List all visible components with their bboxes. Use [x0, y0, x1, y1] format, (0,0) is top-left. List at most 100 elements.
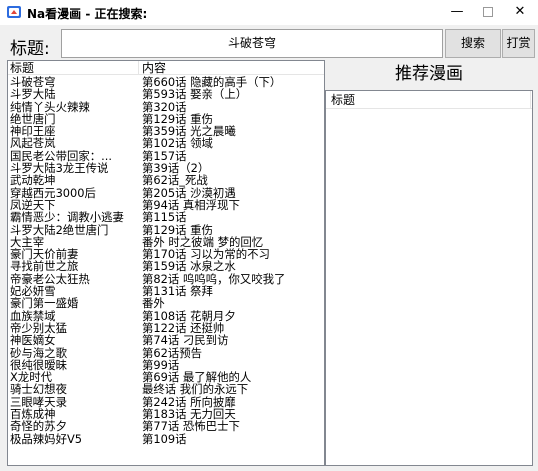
row-content: 第242话 所向披靡: [142, 395, 236, 409]
row-content: 第183话 无力回天: [142, 408, 236, 421]
row-title: 豪门第一盛婚: [10, 297, 79, 310]
row-title: 三眼哮天录: [10, 395, 67, 409]
table-row[interactable]: 纯情丫头火辣辣 第320话: [8, 101, 324, 113]
row-content: 第94话 真相浮现下: [142, 198, 240, 212]
row-title: 斗罗大陆: [10, 88, 56, 101]
row-title: 砂与海之歌: [10, 346, 67, 359]
table-row[interactable]: 大主宰 番外 时之彼端 梦的回忆: [8, 236, 324, 248]
row-title: 穿越西元3000后: [10, 186, 96, 199]
row-title: 绝世唐门: [10, 112, 56, 126]
row-title: 骑士幻想夜: [10, 383, 67, 396]
row-title: 国民老公带回家：...: [10, 149, 112, 163]
results-rows: 斗破苍穹 第660话 隐藏的高手（下） 斗罗大陆 第593话 娶亲（上） 纯情丫头火辣辣…: [8, 76, 324, 445]
table-row[interactable]: 武动乾坤 第62话_死战: [8, 174, 324, 186]
row-title: 纯情丫头火辣辣: [10, 100, 90, 113]
row-content: 第170话 习以为常的不习: [142, 248, 270, 261]
row-title: 寻找前世之旅: [10, 260, 79, 273]
table-row[interactable]: 风起苍岚 第102话 领域: [8, 137, 324, 149]
row-title: 豪门天价前妻: [10, 248, 79, 261]
row-content: 第129话 重伤: [142, 112, 213, 126]
row-title: 斗罗大陆2绝世唐门: [10, 223, 109, 236]
row-content: 第102话 领域: [142, 137, 213, 150]
row-content: 第205话 沙漠初遇: [142, 186, 236, 199]
row-content: 最终话 我们的永远下: [142, 383, 249, 396]
table-row[interactable]: 妃必妍雪 第131话 祭拜: [8, 285, 324, 297]
row-content: 第320话: [142, 100, 187, 113]
row-content: 第159话 冰泉之水: [142, 260, 236, 273]
table-row[interactable]: 豪门第一盛婚 番外: [8, 297, 324, 309]
row-content: 第69话 最了解他的人: [142, 371, 252, 384]
row-content: 第82话 呜呜呜，你又咬我了: [142, 272, 286, 286]
table-row[interactable]: 凤逆天下 第94话 真相浮现下: [8, 199, 324, 211]
row-title: 极品辣妈好V5: [10, 432, 82, 445]
row-title: 奇怪的苏夕: [10, 420, 67, 433]
close-icon: ✕: [514, 4, 526, 19]
row-content: 第99话: [142, 358, 180, 372]
row-content: 第108话 花朝月夕: [142, 309, 236, 322]
table-row[interactable]: 极品辣妈好V5 第109话: [8, 433, 324, 445]
table-row[interactable]: 绝世唐门 第129话 重伤: [8, 113, 324, 125]
table-row[interactable]: 三眼哮天录 第242话 所向披靡: [8, 396, 324, 408]
table-row[interactable]: 血族禁域 第108话 花朝月夕: [8, 310, 324, 322]
table-row[interactable]: 帝少别太猛 第122话 还挺帅: [8, 322, 324, 334]
recommend-header: 标题: [326, 91, 532, 109]
column-header-content[interactable]: 内容: [140, 61, 324, 75]
row-content: 第593话 娶亲（上）: [142, 88, 248, 101]
table-row[interactable]: 帝豪老公太狂热 第82话 呜呜呜，你又咬我了: [8, 273, 324, 285]
table-row[interactable]: 斗罗大陆3龙王传说 第39话（2）: [8, 162, 324, 174]
table-row[interactable]: 穿越西元3000后 第205话 沙漠初遇: [8, 187, 324, 199]
row-title: 神医嫡女: [10, 334, 56, 347]
row-title: 风起苍岚: [10, 137, 56, 150]
row-title: 大主宰: [10, 235, 45, 249]
reward-button[interactable]: 打赏: [502, 29, 535, 58]
recommend-list[interactable]: 标题: [325, 90, 533, 466]
maximize-icon: [483, 7, 493, 17]
row-title: 百炼成神: [10, 408, 56, 421]
table-row[interactable]: 国民老公带回家：... 第157话: [8, 150, 324, 162]
table-row[interactable]: 豪门天价前妻 第170话 习以为常的不习: [8, 248, 324, 260]
row-title: 凤逆天下: [10, 198, 56, 212]
table-row[interactable]: 斗罗大陆 第593话 娶亲（上）: [8, 88, 324, 100]
search-button[interactable]: 搜索: [445, 29, 501, 58]
table-row[interactable]: X龙时代 第69话 最了解他的人: [8, 371, 324, 383]
window-title: Na看漫画 - 正在搜索:: [27, 7, 148, 21]
column-header-title[interactable]: 标题: [8, 61, 139, 75]
title-bar: Na看漫画 - 正在搜索: — ✕: [0, 0, 538, 25]
row-title: 斗破苍穹: [10, 76, 56, 89]
table-row[interactable]: 霸情恶少：调教小逃妻 第115话: [8, 211, 324, 223]
minimize-button[interactable]: —: [442, 0, 472, 25]
table-row[interactable]: 斗罗大陆2绝世唐门 第129话 重伤: [8, 224, 324, 236]
row-title: 武动乾坤: [10, 174, 56, 187]
row-title: 帝豪老公太狂热: [10, 272, 90, 286]
row-title: 霸情恶少：调教小逃妻: [10, 211, 124, 224]
maximize-button[interactable]: [473, 0, 503, 25]
recommend-column-header-title[interactable]: 标题: [326, 91, 531, 109]
results-list[interactable]: 标题 内容 斗破苍穹 第660话 隐藏的高手（下） 斗罗大陆 第593话 娶亲（上）纯…: [7, 60, 325, 466]
table-row[interactable]: 寻找前世之旅 第159话 冰泉之水: [8, 260, 324, 272]
table-row[interactable]: 砂与海之歌 第62话预告: [8, 347, 324, 359]
table-row[interactable]: 百炼成神 第183话 无力回天: [8, 408, 324, 420]
search-input[interactable]: 斗破苍穹: [61, 29, 443, 58]
recommend-title: 推荐漫画: [395, 64, 463, 84]
row-content: 第660话 隐藏的高手（下）: [142, 76, 282, 89]
table-row[interactable]: 骑士幻想夜 最终话 我们的永远下: [8, 383, 324, 395]
row-content: 第77话 恐怖巴士下: [142, 420, 240, 433]
table-row[interactable]: 很纯很暧昧 第99话: [8, 359, 324, 371]
row-title: 血族禁域: [10, 309, 56, 322]
results-header: 标题 内容: [8, 61, 324, 75]
row-content: 第131话 祭拜: [142, 285, 213, 298]
row-content: 第62话预告: [142, 346, 203, 359]
close-button[interactable]: ✕: [505, 0, 535, 25]
row-content: 第359话 光之晨曦: [142, 125, 236, 138]
row-title: 妃必妍雪: [10, 285, 56, 298]
table-row[interactable]: 斗破苍穹 第660话 隐藏的高手（下）: [8, 76, 324, 88]
table-row[interactable]: 神印王座 第359话 光之晨曦: [8, 125, 324, 137]
table-row[interactable]: 神医嫡女 第74话 刁民到访: [8, 334, 324, 346]
table-row[interactable]: 奇怪的苏夕 第77话 恐怖巴士下: [8, 420, 324, 432]
row-content: 第129话 重伤: [142, 223, 213, 236]
row-content: 第115话: [142, 211, 187, 224]
row-content: 番外: [142, 297, 165, 310]
row-content: 番外 时之彼端 梦的回忆: [142, 235, 264, 249]
row-title: X龙时代: [10, 371, 52, 384]
search-label: 标题:: [10, 39, 50, 59]
